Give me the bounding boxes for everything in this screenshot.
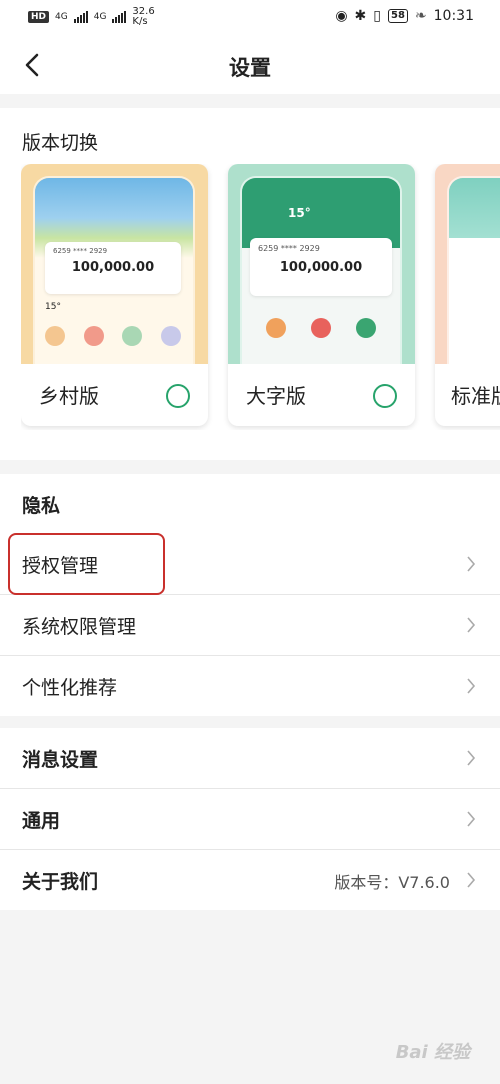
signal-icon bbox=[73, 11, 88, 23]
watermark: Bai 经验 bbox=[395, 1042, 470, 1063]
hd-badge: HD bbox=[28, 11, 50, 23]
version-card-large-text[interactable]: 6259 **** 2929 100,000.00 15° 大字版 bbox=[228, 164, 415, 426]
title-bar: 设置 bbox=[0, 36, 500, 94]
rural-preview: 6259 **** 2929 100,000.00 15° bbox=[21, 164, 208, 364]
card-label-rural: 乡村版 bbox=[39, 384, 99, 408]
network-label-1: 4G bbox=[55, 11, 68, 22]
radio-large-text[interactable] bbox=[373, 384, 397, 408]
row-label: 个性化推荐 bbox=[22, 677, 118, 699]
vibrate-icon: ▯ bbox=[373, 8, 381, 24]
signal-icon-2 bbox=[112, 11, 127, 23]
network-label-2: 4G bbox=[93, 11, 107, 22]
rural-balance: 100,000.00 bbox=[71, 260, 155, 275]
clock: 10:31 bbox=[433, 8, 474, 24]
chevron-right-icon bbox=[467, 617, 476, 633]
rural-temp: 15° bbox=[45, 302, 61, 312]
row-label: 通用 bbox=[22, 810, 61, 832]
large-temp: 15° bbox=[288, 206, 311, 220]
rural-account: 6259 **** 2929 bbox=[53, 247, 108, 255]
version-number: 版本号：V7.6.0 bbox=[334, 873, 450, 892]
chevron-right-icon bbox=[467, 750, 476, 766]
section-title-privacy: 隐私 bbox=[22, 495, 61, 517]
version-card-standard[interactable]: 标准版 bbox=[435, 164, 500, 426]
row-personalized-recommendation[interactable]: 个性化推荐 bbox=[0, 656, 500, 716]
row-message-settings[interactable]: 消息设置 bbox=[0, 728, 500, 789]
version-card-rural[interactable]: 6259 **** 2929 100,000.00 15° 乡村版 bbox=[21, 164, 208, 426]
version-cards-carousel[interactable]: 6259 **** 2929 100,000.00 15° 乡村版 6259 *… bbox=[21, 164, 500, 430]
row-label: 关于我们 bbox=[22, 871, 99, 893]
battery-icon: 58 bbox=[387, 9, 408, 23]
radio-rural[interactable] bbox=[166, 384, 190, 408]
chevron-right-icon bbox=[467, 678, 476, 694]
section-title-version: 版本切换 bbox=[22, 132, 99, 154]
large-account: 6259 **** 2929 bbox=[258, 244, 320, 253]
card-label-standard: 标准版 bbox=[451, 384, 500, 408]
more-settings-section: 消息设置 通用 关于我们 版本号：V7.6.0 bbox=[0, 728, 500, 910]
status-bar: HD 4G 4G 32.6 K/s ◉ ✱ ▯ 58 ❧ 10:31 bbox=[0, 0, 500, 36]
privacy-section: 隐私 授权管理 系统权限管理 个性化推荐 bbox=[0, 474, 500, 716]
standard-preview bbox=[435, 164, 500, 364]
version-switch-section: 版本切换 6259 **** 2929 100,000.00 15° 乡村版 6… bbox=[0, 108, 500, 460]
chevron-right-icon bbox=[467, 811, 476, 827]
row-about-us[interactable]: 关于我们 版本号：V7.6.0 bbox=[0, 850, 500, 910]
eye-icon: ◉ bbox=[335, 8, 348, 24]
row-general[interactable]: 通用 bbox=[0, 789, 500, 850]
network-speed: 32.6 K/s bbox=[132, 6, 155, 27]
chevron-right-icon bbox=[467, 556, 476, 572]
page-title: 设置 bbox=[229, 56, 271, 80]
bluetooth-icon: ✱ bbox=[354, 8, 367, 24]
chevron-right-icon bbox=[467, 872, 476, 888]
highlight-box bbox=[8, 533, 165, 595]
leaf-icon: ❧ bbox=[414, 8, 427, 24]
large-text-preview: 6259 **** 2929 100,000.00 15° bbox=[228, 164, 415, 364]
row-system-permissions[interactable]: 系统权限管理 bbox=[0, 595, 500, 656]
row-label: 系统权限管理 bbox=[22, 616, 137, 638]
row-label: 消息设置 bbox=[22, 749, 99, 771]
card-label-large-text: 大字版 bbox=[246, 384, 306, 408]
large-balance: 100,000.00 bbox=[279, 260, 363, 275]
